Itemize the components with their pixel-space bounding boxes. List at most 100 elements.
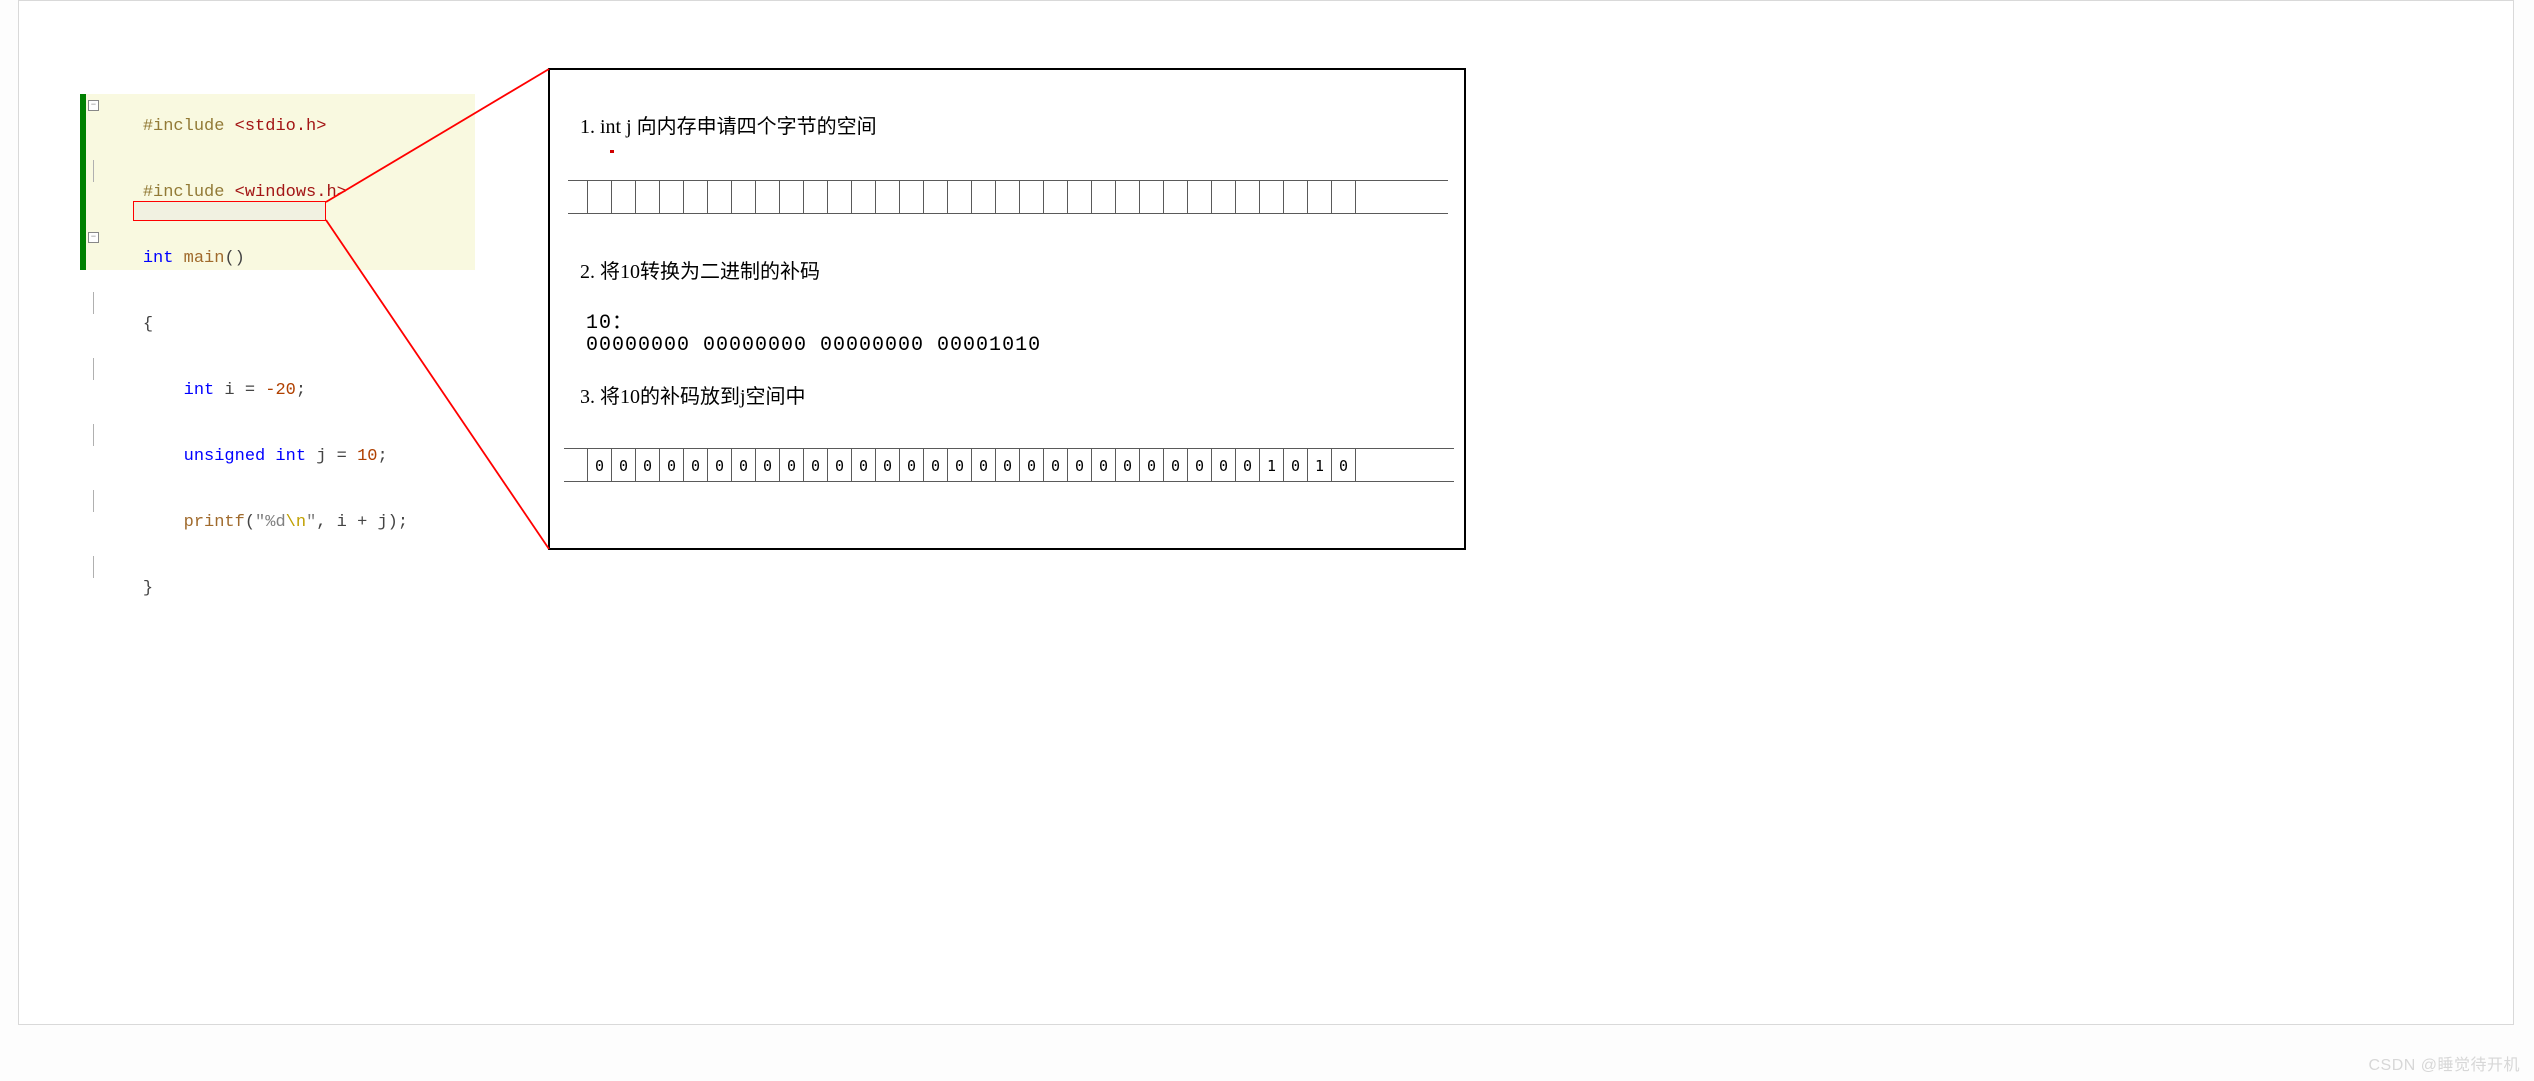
bit-cell: 0 xyxy=(1091,448,1116,482)
heading-3: 3. 将10的补码放到j空间中 xyxy=(580,380,806,409)
fold-icon: − xyxy=(88,100,99,111)
bit-cell: 0 xyxy=(1211,448,1236,482)
tok-preproc: #include xyxy=(143,183,225,202)
bit-cell xyxy=(947,180,972,214)
tok-text: i = xyxy=(214,381,265,400)
bit-cell xyxy=(659,180,684,214)
fold-bar-icon xyxy=(93,424,94,446)
code-line-7: printf("%d\n", i + j); xyxy=(86,490,475,556)
bit-cell: 0 xyxy=(899,448,924,482)
bit-cell xyxy=(899,180,924,214)
tok-str: %d xyxy=(265,513,285,532)
tok-esc: \n xyxy=(286,513,306,532)
bit-cell xyxy=(611,180,636,214)
bit-cell xyxy=(827,180,852,214)
bit-cell: 1 xyxy=(1307,448,1332,482)
fold-bar-icon xyxy=(93,292,94,314)
bit-cell xyxy=(1283,180,1308,214)
bits-row-empty xyxy=(588,180,1356,214)
bit-cell xyxy=(1019,180,1044,214)
bit-cell xyxy=(1163,180,1188,214)
bits-line-bot xyxy=(568,213,1448,214)
tok-type: int xyxy=(143,249,174,268)
bit-cell: 0 xyxy=(683,448,708,482)
red-dot-icon xyxy=(610,150,614,153)
bits-row-filled: 00000000000000000000000000001010 xyxy=(588,448,1356,482)
bit-cell: 0 xyxy=(875,448,900,482)
tok-brace: } xyxy=(143,579,153,598)
bit-cell xyxy=(923,180,948,214)
bit-cell xyxy=(1091,180,1116,214)
code-line-6: unsigned int j = 10; xyxy=(86,424,475,490)
bit-cell: 0 xyxy=(1331,448,1356,482)
tok-func: printf xyxy=(143,513,245,532)
bit-cell: 0 xyxy=(923,448,948,482)
code-line-3: − int main() xyxy=(86,226,475,292)
bit-cell: 0 xyxy=(851,448,876,482)
bit-cell: 0 xyxy=(1019,448,1044,482)
bit-cell xyxy=(1139,180,1164,214)
code-line-5: int i = -20; xyxy=(86,358,475,424)
bit-cell: 0 xyxy=(971,448,996,482)
bit-cell: 0 xyxy=(827,448,852,482)
bit-cell: 0 xyxy=(1235,448,1260,482)
bit-cell xyxy=(995,180,1020,214)
bit-cell: 0 xyxy=(995,448,1020,482)
tok-text: j = xyxy=(306,447,357,466)
heading-2: 2. 将10转换为二进制的补码 xyxy=(580,255,820,284)
tok-strq: " xyxy=(306,513,316,532)
bit-cell xyxy=(803,180,828,214)
watermark: CSDN @睡觉待开机 xyxy=(2368,1051,2520,1075)
bit-cell xyxy=(635,180,660,214)
bit-cell: 0 xyxy=(587,448,612,482)
tok-strq: " xyxy=(255,513,265,532)
tok-func: main xyxy=(173,249,224,268)
tok-semi: ; xyxy=(296,381,306,400)
code-line-2: #include <windows.h> xyxy=(86,160,475,226)
bit-cell xyxy=(1187,180,1212,214)
fold-icon: − xyxy=(88,232,99,243)
fold-bar-icon xyxy=(93,358,94,380)
bit-cell xyxy=(587,180,612,214)
tok-semi: ; xyxy=(377,447,387,466)
bit-cell xyxy=(683,180,708,214)
code-panel: − #include <stdio.h> #include <windows.h>… xyxy=(80,94,475,270)
bit-cell: 1 xyxy=(1259,448,1284,482)
bit-cell: 0 xyxy=(947,448,972,482)
bit-cell: 0 xyxy=(611,448,636,482)
tok-include-path: <windows.h> xyxy=(224,183,346,202)
bit-cell xyxy=(1307,180,1332,214)
tok-num: 10 xyxy=(357,447,377,466)
bit-cell: 0 xyxy=(1187,448,1212,482)
tok-include-path: <stdio.h> xyxy=(224,117,326,136)
bit-cell: 0 xyxy=(779,448,804,482)
binary-10: 00000000 00000000 00000000 00001010 xyxy=(586,334,1041,357)
bit-cell xyxy=(851,180,876,214)
bit-cell xyxy=(1211,180,1236,214)
bit-cell: 0 xyxy=(1163,448,1188,482)
bit-cell xyxy=(1115,180,1140,214)
bit-cell xyxy=(779,180,804,214)
bit-cell xyxy=(1259,180,1284,214)
bit-cell xyxy=(1235,180,1260,214)
bit-cell xyxy=(875,180,900,214)
bit-cell xyxy=(971,180,996,214)
bit-cell xyxy=(1043,180,1068,214)
bit-cell xyxy=(731,180,756,214)
value-label-10: 10： xyxy=(586,305,633,335)
bits-line-bot-2 xyxy=(564,481,1454,482)
fold-bar-icon xyxy=(93,490,94,512)
bit-cell xyxy=(755,180,780,214)
bit-cell: 0 xyxy=(803,448,828,482)
bit-cell: 0 xyxy=(1115,448,1140,482)
bit-cell xyxy=(707,180,732,214)
code-line-8: } xyxy=(86,556,475,622)
bit-cell: 0 xyxy=(659,448,684,482)
tok-text: , i + j); xyxy=(316,513,408,532)
bit-cell xyxy=(1331,180,1356,214)
tok-num: -20 xyxy=(265,381,296,400)
tok-preproc: #include xyxy=(143,117,225,136)
fold-bar-icon xyxy=(93,556,94,578)
tok-paren: () xyxy=(224,249,244,268)
fold-bar-icon xyxy=(93,160,94,182)
